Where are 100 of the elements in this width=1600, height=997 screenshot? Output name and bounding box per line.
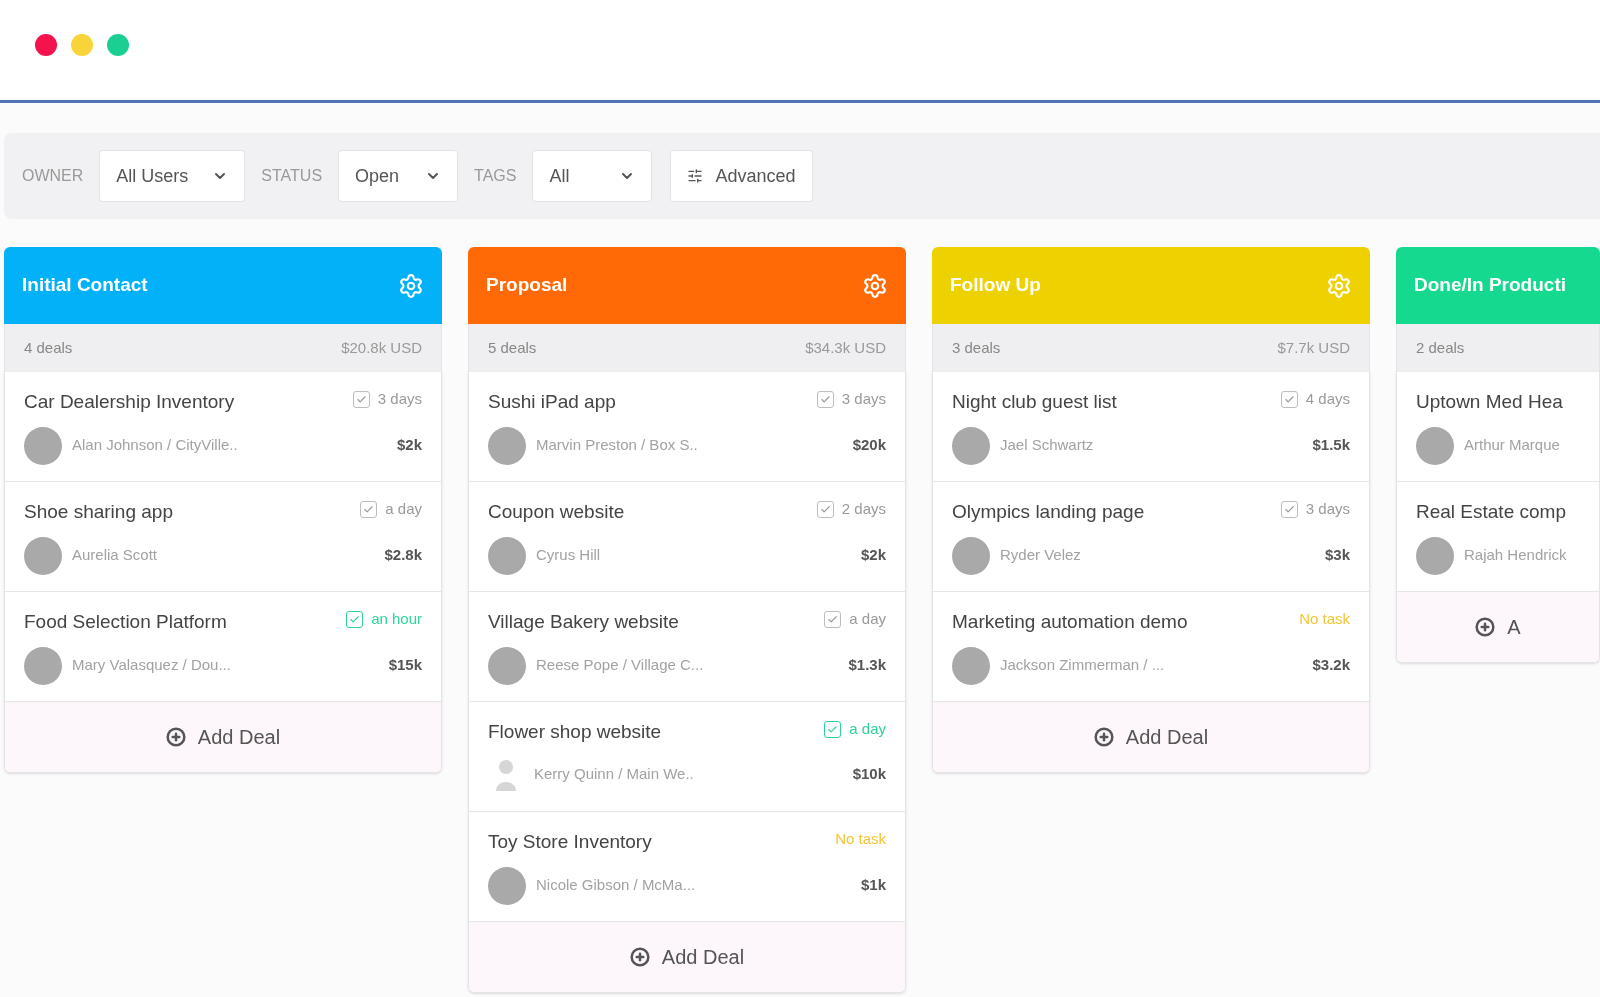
add-deal-button[interactable]: Add Deal [933,702,1369,772]
deal-title: Car Dealership Inventory [24,390,235,414]
advanced-button[interactable]: Advanced [670,150,813,202]
deal-amount: $1.5k [1312,435,1350,456]
task-due: 3 days [377,389,422,409]
deal-card[interactable]: Toy Store Inventory No task Nicole Gibson / McMa... $1k [469,812,905,922]
filter-dropdown[interactable]: All [532,150,653,202]
task-checkbox[interactable] [824,610,842,628]
filter-dropdown[interactable]: Open [338,150,459,202]
task-due: a day [849,719,886,739]
deal-card[interactable]: Food Selection Platform an hour Mary Valasquez / Dou... $15k [5,592,441,702]
deal-contact: Nicole Gibson / McMa... [536,875,696,896]
settings-icon[interactable] [1326,272,1352,299]
settings-icon[interactable] [398,272,424,299]
deal-count: 5 deals [488,337,537,358]
deal-contact: Mary Valasquez / Dou... [72,655,231,676]
column-total: $7.7k USD [1277,337,1350,358]
deal-amount: $10k [852,764,886,785]
deal-contact: Alan Johnson / CityVille.. [72,435,238,456]
plus-icon [1093,727,1114,747]
deal-contact: Rajah Hendrick [1464,545,1567,566]
filter-label: TAGS [474,166,517,186]
check-icon [1283,393,1295,405]
task-due: 3 days [1305,499,1350,519]
task-due: No task [1299,609,1350,629]
task-checkbox[interactable] [1280,500,1298,518]
deal-amount: $2k [396,435,422,456]
deal-contact: Cyrus Hill [536,545,601,566]
check-icon [827,723,839,735]
column-title: Proposal [486,273,568,298]
column-title: Initial Contact [22,273,148,298]
task-due: 3 days [841,389,886,409]
column-title: Done/In Producti [1414,273,1566,298]
sliders-icon [687,168,704,184]
deal-count: 2 deals [1416,337,1465,358]
deal-amount: $2.8k [384,545,422,566]
deal-card[interactable]: Flower shop website a day Kerry Quinn / Main We.. $10k [469,702,905,812]
task-checkbox[interactable] [1280,390,1298,408]
plus-icon [165,727,186,747]
task-checkbox[interactable] [346,610,364,628]
deal-card[interactable]: Car Dealership Inventory 3 days Alan Johnson / CityVille.. $2k [5,372,441,482]
add-deal-button[interactable]: A [1397,592,1599,662]
column-total: $20.8k USD [341,337,422,358]
deal-title: Flower shop website [488,720,662,744]
column-title: Follow Up [950,273,1041,298]
settings-icon[interactable] [862,272,888,299]
deal-title: Marketing automation demo [952,610,1188,634]
deal-card[interactable]: Real Estate comp Rajah Hendrick [1397,482,1599,592]
deal-amount: $15k [388,655,422,676]
plus-icon [629,947,650,967]
deal-contact: Ryder Velez [1000,545,1081,566]
deal-amount: $3.2k [1312,655,1350,676]
check-icon [819,503,831,515]
add-deal-button[interactable]: Add Deal [5,702,441,772]
task-due: 2 days [841,499,886,519]
deal-title: Night club guest list [952,390,1117,414]
deal-contact: Jackson Zimmerman / ... [1000,655,1165,676]
deal-card[interactable]: Sushi iPad app 3 days Marvin Preston / Box S.. $20k [469,372,905,482]
check-icon [1283,503,1295,515]
deal-amount: $2k [860,545,886,566]
deal-card[interactable]: Uptown Med Hea Arthur Marque [1397,372,1599,482]
deal-contact: Aurelia Scott [72,545,158,566]
deal-amount: $20k [852,435,886,456]
deal-title: Food Selection Platform [24,610,227,634]
deal-card[interactable]: Marketing automation demo No task Jackson Zimmerman / ... $3.2k [933,592,1369,702]
task-due: an hour [371,609,422,629]
check-icon [349,613,361,625]
deal-card[interactable]: Olympics landing page 3 days Ryder Velez $3k [933,482,1369,592]
deal-title: Village Bakery website [488,610,679,634]
deal-title: Coupon website [488,500,625,524]
deal-amount: $1k [860,875,886,896]
add-deal-button[interactable]: Add Deal [469,922,905,992]
task-due: No task [835,829,886,849]
deal-count: 4 deals [24,337,73,358]
deal-contact: Jael Schwartz [1000,435,1094,456]
deal-contact: Marvin Preston / Box S.. [536,435,698,456]
deal-card[interactable]: Village Bakery website a day Reese Pope / Village C... $1.3k [469,592,905,702]
deal-title: Sushi iPad app [488,390,616,414]
deal-contact: Kerry Quinn / Main We.. [534,764,694,785]
task-due: 4 days [1305,389,1350,409]
task-checkbox[interactable] [360,500,378,518]
task-due: a day [385,499,422,519]
task-checkbox[interactable] [824,720,842,738]
filter-label: OWNER [22,166,84,186]
deal-title: Real Estate comp [1416,500,1566,524]
deal-card[interactable]: Shoe sharing app a day Aurelia Scott $2.8k [5,482,441,592]
task-checkbox[interactable] [816,500,834,518]
task-due: a day [849,609,886,629]
deal-title: Shoe sharing app [24,500,173,524]
filter-label: STATUS [261,166,323,186]
deal-card[interactable]: Night club guest list 4 days Jael Schwartz $1.5k [933,372,1369,482]
deal-amount: $3k [1324,545,1350,566]
task-checkbox[interactable] [816,390,834,408]
task-checkbox[interactable] [352,390,370,408]
deal-contact: Reese Pope / Village C... [536,655,704,676]
deal-amount: $1.3k [848,655,886,676]
filter-dropdown[interactable]: All Users [99,150,246,202]
check-icon [363,503,375,515]
deal-contact: Arthur Marque [1464,435,1560,456]
deal-card[interactable]: Coupon website 2 days Cyrus Hill $2k [469,482,905,592]
